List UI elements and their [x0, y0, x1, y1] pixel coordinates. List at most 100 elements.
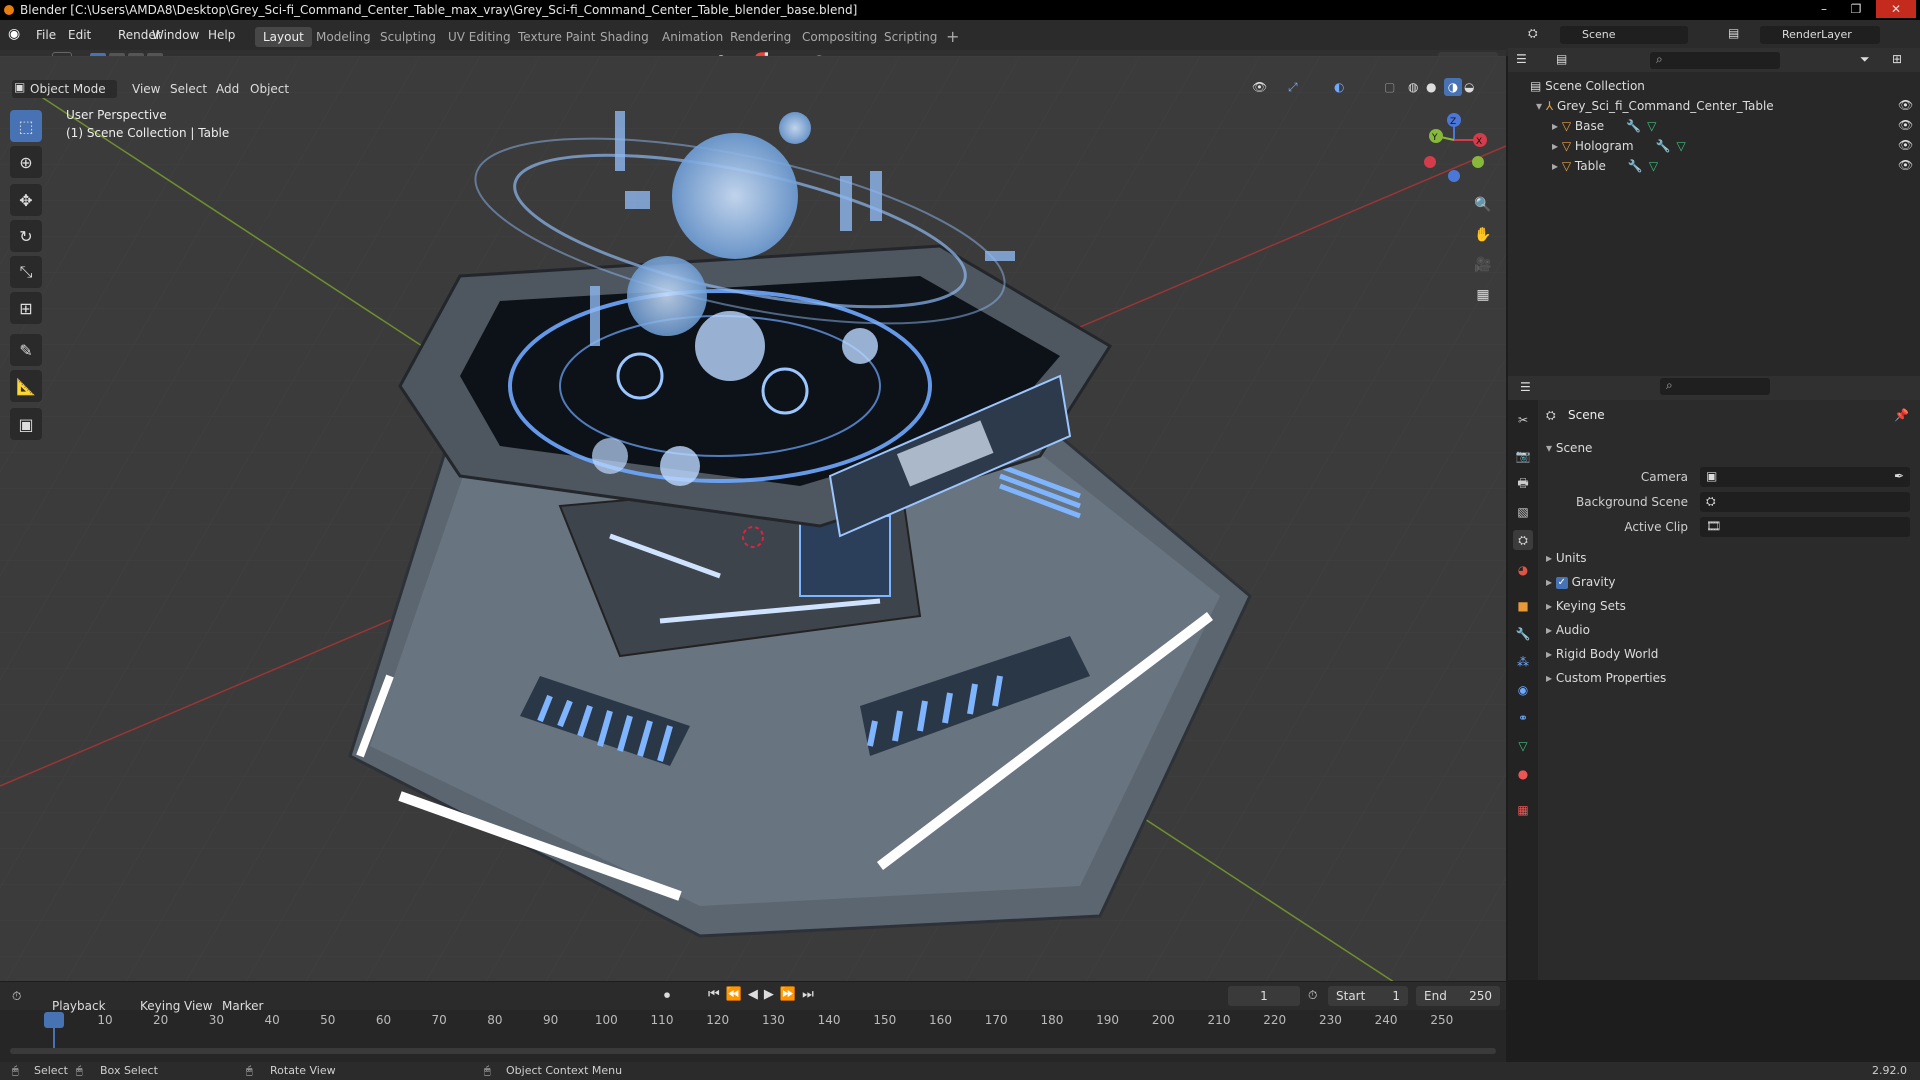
filter-icon[interactable]: ⏷	[1860, 52, 1870, 67]
3d-viewport[interactable]	[0, 56, 1506, 981]
expand-arrow-icon[interactable]: ▸	[1552, 139, 1562, 153]
rigid-body-world-section[interactable]: ▸ Rigid Body World	[1546, 644, 1658, 664]
current-frame-field[interactable]: 1	[1228, 986, 1300, 1006]
tab-texture-paint[interactable]: Texture Paint	[510, 27, 603, 47]
wireframe-shading-icon[interactable]: ◍	[1408, 80, 1418, 94]
select-box-tool[interactable]: ⬚	[10, 110, 42, 142]
constraints-tab-icon[interactable]: ⚭	[1513, 708, 1533, 728]
menu-help[interactable]: Help	[208, 26, 235, 44]
tab-modeling[interactable]: Modeling	[308, 27, 379, 47]
particles-tab-icon[interactable]: ⁂	[1513, 652, 1533, 672]
outliner-object-table[interactable]: ▸ ▽ Table 🔧 ▽	[1552, 156, 1658, 176]
tab-animation[interactable]: Animation	[654, 27, 731, 47]
outliner-scene-collection[interactable]: ▤ Scene Collection	[1530, 76, 1645, 96]
object-visibility-icon[interactable]: 👁	[1898, 158, 1913, 172]
background-scene-field[interactable]	[1700, 492, 1910, 512]
viewport-menu-view[interactable]: View	[132, 80, 160, 98]
tool-tab-icon[interactable]: ✂	[1513, 410, 1533, 430]
zoom-icon[interactable]: 🔍	[1470, 192, 1496, 218]
cursor-tool[interactable]: ⊕	[10, 146, 42, 178]
xray-icon[interactable]: ▢	[1384, 80, 1395, 94]
tab-rendering[interactable]: Rendering	[722, 27, 799, 47]
tab-shading[interactable]: Shading	[592, 27, 657, 47]
pan-hand-icon[interactable]: ✋	[1470, 222, 1496, 248]
render-tab-icon[interactable]: 📷	[1513, 446, 1533, 466]
solid-shading-icon[interactable]: ●	[1426, 80, 1436, 94]
custom-properties-section[interactable]: ▸ Custom Properties	[1546, 668, 1666, 688]
material-shading-icon[interactable]: ◑	[1444, 78, 1462, 96]
playhead-marker[interactable]	[44, 1012, 64, 1028]
record-icon[interactable]: ⏺	[664, 988, 670, 1003]
rendered-shading-icon[interactable]: ◒	[1464, 80, 1474, 94]
modifier-tab-icon[interactable]: 🔧	[1513, 624, 1533, 644]
world-tab-icon[interactable]: ◕	[1513, 560, 1533, 580]
object-visibility-icon[interactable]: 👁	[1898, 118, 1913, 132]
close-button[interactable]: ✕	[1876, 0, 1916, 18]
minimize-button[interactable]: –	[1810, 0, 1838, 18]
start-frame-field[interactable]: Start 1	[1328, 986, 1408, 1006]
camera-field[interactable]	[1700, 467, 1910, 487]
expand-arrow-icon[interactable]: ▸	[1552, 119, 1562, 133]
timeline-scrollbar[interactable]	[10, 1048, 1496, 1054]
units-section[interactable]: ▸ Units	[1546, 548, 1587, 568]
tab-sculpting[interactable]: Sculpting	[372, 27, 444, 47]
audio-section[interactable]: ▸ Audio	[1546, 620, 1590, 640]
object-mode-dropdown[interactable]: Object Mode	[12, 80, 117, 98]
scene-selector[interactable]: Scene	[1560, 26, 1688, 44]
tab-scripting[interactable]: Scripting	[876, 27, 945, 47]
keying-sets-section[interactable]: ▸ Keying Sets	[1546, 596, 1626, 616]
maximize-button[interactable]: ❐	[1842, 0, 1870, 18]
add-cube-tool[interactable]: ▣	[10, 408, 42, 440]
new-collection-icon[interactable]: ⊞	[1892, 52, 1902, 66]
menu-window[interactable]: Window	[152, 26, 199, 44]
outliner-collection-row[interactable]: ▾ ⅄ Grey_Sci_fi_Command_Center_Table	[1536, 96, 1774, 116]
add-workspace-icon[interactable]: +	[946, 27, 959, 46]
tab-compositing[interactable]: Compositing	[794, 27, 885, 47]
display-mode-icon[interactable]: ▤	[1556, 52, 1567, 66]
active-clip-field[interactable]	[1700, 517, 1910, 537]
rotate-tool[interactable]: ↻	[10, 220, 42, 252]
perspective-grid-icon[interactable]: ▦	[1470, 282, 1496, 308]
transform-tool[interactable]: ⊞	[10, 292, 42, 324]
viewport-menu-select[interactable]: Select	[170, 80, 207, 98]
outliner-object-base[interactable]: ▸ ▽ Base 🔧 ▽	[1552, 116, 1656, 136]
gravity-checkbox[interactable]: ✓	[1555, 576, 1568, 589]
gravity-section[interactable]: ▸ ✓ Gravity	[1546, 572, 1616, 592]
visibility-icon[interactable]: 👁	[1252, 80, 1267, 94]
eyedropper-icon[interactable]: ✒	[1894, 469, 1904, 483]
gizmo-toggle-icon[interactable]: ⤢	[1288, 80, 1298, 95]
outliner-search-input[interactable]	[1650, 52, 1780, 69]
outliner-editor-icon[interactable]: ☰	[1516, 52, 1527, 66]
measure-tool[interactable]: 📐	[10, 370, 42, 402]
pin-icon[interactable]: 📌	[1894, 408, 1909, 422]
object-visibility-icon[interactable]: 👁	[1898, 138, 1913, 152]
scene-panel-header[interactable]: ▾ Scene	[1546, 438, 1592, 458]
preview-range-icon[interactable]: ⏱	[1308, 988, 1317, 1003]
properties-search-input[interactable]	[1660, 378, 1770, 395]
playback-controls[interactable]: ⏮⏪◀▶⏩⏭	[708, 987, 820, 1002]
blender-menu-icon[interactable]: ◉	[8, 26, 20, 42]
expand-arrow-icon[interactable]: ▸	[1552, 159, 1562, 173]
menu-edit[interactable]: Edit	[68, 26, 91, 44]
overlays-icon[interactable]: ◐	[1334, 80, 1344, 94]
move-tool[interactable]: ✥	[10, 184, 42, 216]
material-tab-icon[interactable]: ●	[1513, 764, 1533, 784]
tab-uv-editing[interactable]: UV Editing	[440, 27, 519, 47]
outliner-object-hologram[interactable]: ▸ ▽ Hologram 🔧 ▽	[1552, 136, 1686, 156]
tab-layout[interactable]: Layout	[255, 27, 312, 47]
viewport-menu-object[interactable]: Object	[250, 80, 289, 98]
renderlayer-selector[interactable]: RenderLayer	[1760, 26, 1880, 44]
menu-file[interactable]: File	[36, 26, 56, 44]
scale-tool[interactable]: ⤡	[10, 256, 42, 288]
physics-tab-icon[interactable]: ◉	[1513, 680, 1533, 700]
viewport-menu-add[interactable]: Add	[216, 80, 239, 98]
expand-arrow-icon[interactable]: ▾	[1536, 99, 1546, 113]
navigation-gizmo[interactable]: Z X Y	[1420, 110, 1510, 190]
data-tab-icon[interactable]: ▽	[1513, 736, 1533, 756]
collection-visibility-icon[interactable]: 👁	[1898, 98, 1913, 112]
texture-tab-icon[interactable]: ▦	[1513, 800, 1533, 820]
timeline-editor-icon[interactable]: ⏱	[12, 989, 21, 1004]
camera-view-icon[interactable]: 🎥	[1470, 252, 1496, 278]
object-tab-icon[interactable]: ■	[1513, 596, 1533, 616]
properties-editor-icon[interactable]: ☰	[1520, 380, 1531, 394]
